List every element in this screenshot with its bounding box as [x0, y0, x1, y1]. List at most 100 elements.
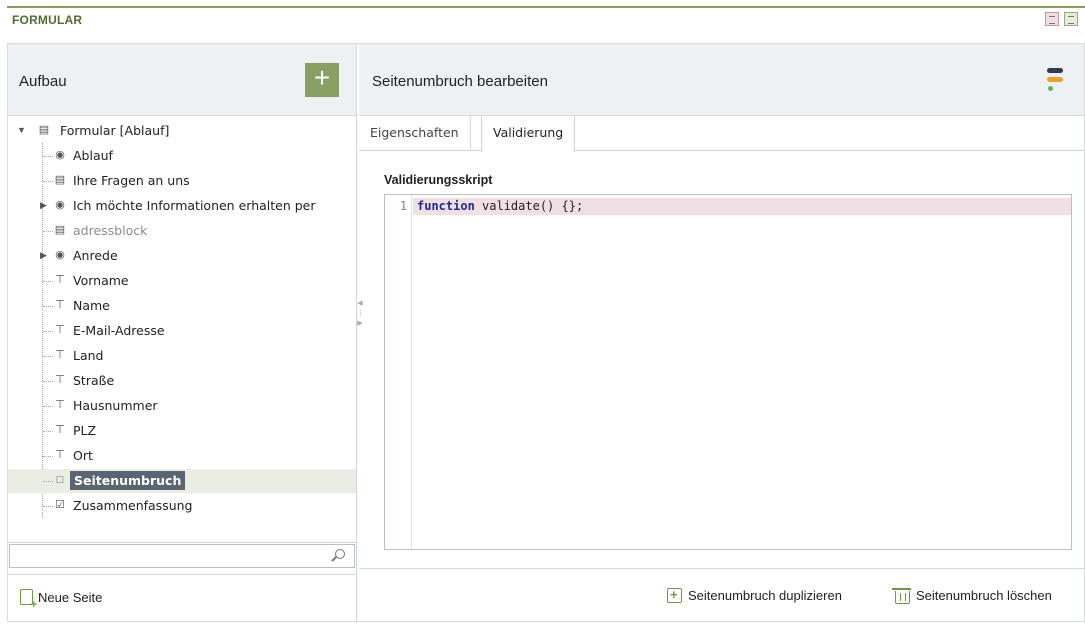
tree-item-plz[interactable]: ⊤ PLZ — [8, 419, 356, 443]
form-icon: ▤ — [38, 124, 50, 136]
textfield-icon: ⊤ — [55, 274, 65, 286]
code-editor[interactable]: 1 function validate() {}; — [384, 194, 1072, 550]
tree-item-label: E-Mail-Adresse — [73, 323, 165, 338]
textfield-icon: ⊤ — [55, 324, 65, 336]
delete-label: Seitenumbruch löschen — [916, 588, 1052, 603]
tree-item-ihre-fragen[interactable]: ▤ Ihre Fragen an uns — [8, 169, 356, 193]
editor-footer: Seitenumbruch duplizieren Seitenumbruch … — [359, 568, 1084, 621]
structure-title: Aufbau — [19, 73, 67, 90]
editor-title: Seitenumbruch bearbeiten — [372, 73, 548, 90]
radio-icon: ◉ — [55, 199, 65, 211]
flow-icon: ◉ — [55, 149, 65, 161]
tree-connector — [43, 281, 53, 282]
delete-button[interactable]: Seitenumbruch löschen — [892, 588, 1052, 604]
trash-icon — [892, 588, 911, 604]
tree-item-label: Straße — [73, 373, 115, 388]
tree-connector — [43, 331, 53, 332]
tree-connector — [43, 231, 53, 232]
window-view-icon[interactable] — [1064, 12, 1078, 26]
header-bar: FORMULAR — [7, 6, 1085, 30]
tree-item-zusammenfassung[interactable]: ☑ Zusammenfassung — [8, 494, 356, 518]
textfield-icon: ⊤ — [55, 424, 65, 436]
search-input[interactable] — [9, 544, 355, 568]
tree-item-email[interactable]: ⊤ E-Mail-Adresse — [8, 319, 356, 343]
tree-search — [8, 542, 357, 569]
duplicate-button[interactable]: Seitenumbruch duplizieren — [667, 587, 842, 603]
structure-footer: Neue Seite — [8, 574, 356, 621]
tree-item-name[interactable]: ⊤ Name — [8, 294, 356, 318]
textfield-icon: ⊤ — [55, 399, 65, 411]
structure-header: Aufbau + — [8, 44, 356, 116]
tree-item-strasse[interactable]: ⊤ Straße — [8, 369, 356, 393]
tree-item-seitenumbruch[interactable]: □ Seitenumbruch — [8, 469, 356, 493]
line-gutter — [385, 195, 412, 549]
tree-item-label: Ablauf — [73, 148, 113, 163]
expand-down-icon[interactable]: ▼ — [17, 125, 27, 135]
tree-item-formular[interactable]: ▼ ▤ Formular [Ablauf] — [8, 119, 356, 143]
tree-item-vorname[interactable]: ⊤ Vorname — [8, 269, 356, 293]
search-icon[interactable] — [335, 549, 345, 559]
textarea-icon: ▤ — [54, 174, 66, 186]
code-line[interactable]: 1 function validate() {}; — [385, 198, 1071, 215]
new-page-icon — [20, 589, 37, 609]
textfield-icon: ⊤ — [55, 449, 65, 461]
editor-tabs: Eigenschaften Validierung — [359, 116, 1084, 152]
tree-item-label: Land — [73, 348, 104, 363]
code-text[interactable]: function validate() {}; — [417, 199, 583, 213]
tree-item-label: Name — [73, 298, 110, 313]
block-icon: ▤ — [54, 224, 66, 236]
tree-item-informationen[interactable]: ▶ ◉ Ich möchte Informationen erhalten pe… — [8, 194, 356, 218]
tree-connector — [43, 481, 53, 482]
tree-item-label: Zusammenfassung — [73, 498, 193, 513]
tree-item-label: Formular [Ablauf] — [60, 123, 170, 138]
tree-item-label: Hausnummer — [73, 398, 158, 413]
code-rest: validate() {}; — [474, 199, 584, 213]
tree-item-hausnummer[interactable]: ⊤ Hausnummer — [8, 394, 356, 418]
tree-connector — [43, 156, 53, 157]
validation-script-label: Validierungsskript — [384, 173, 493, 187]
app-title: FORMULAR — [12, 13, 83, 27]
new-page-label: Neue Seite — [38, 590, 103, 605]
tree-item-label: Ich möchte Informationen erhalten per — [73, 198, 316, 213]
duplicate-label: Seitenumbruch duplizieren — [688, 588, 842, 603]
tree-item-label: Anrede — [73, 248, 118, 263]
expand-right-icon[interactable]: ▶ — [40, 250, 50, 260]
tree-item-anrede[interactable]: ▶ ◉ Anrede — [8, 244, 356, 268]
summary-icon: ☑ — [55, 499, 65, 511]
tree-connector — [43, 506, 53, 507]
line-number: 1 — [399, 199, 407, 213]
tree-connector — [43, 181, 53, 182]
tree-connector — [43, 456, 53, 457]
expand-right-icon[interactable]: ▶ — [40, 200, 50, 210]
tree-connector — [43, 381, 53, 382]
add-element-button[interactable]: + — [305, 63, 339, 97]
tab-validierung[interactable]: Validierung — [481, 116, 576, 152]
textfield-icon: ⊤ — [55, 349, 65, 361]
main-frame: Aufbau + ▼ ▤ Formular [Ablauf] ◉ Ablauf … — [7, 43, 1085, 622]
document-view-icon[interactable] — [1045, 12, 1059, 26]
pagebreak-icon: □ — [56, 474, 64, 486]
tree-item-label: adressblock — [73, 223, 148, 238]
tab-eigenschaften[interactable]: Eigenschaften — [359, 116, 471, 151]
tree-item-land[interactable]: ⊤ Land — [8, 344, 356, 368]
tree-item-ablauf[interactable]: ◉ Ablauf — [8, 144, 356, 168]
new-page-button[interactable]: Neue Seite — [20, 589, 103, 609]
tree-item-label: Vorname — [73, 273, 129, 288]
tree-item-adressblock[interactable]: ▤ adressblock — [8, 219, 356, 243]
tree-item-label: PLZ — [73, 423, 97, 438]
tree-connector — [43, 306, 53, 307]
code-keyword: function — [417, 199, 475, 213]
tree-connector — [43, 356, 53, 357]
tree-connector — [43, 406, 53, 407]
textfield-icon: ⊤ — [55, 299, 65, 311]
brand-logo-icon — [1045, 66, 1065, 96]
tree-connector — [43, 431, 53, 432]
tree-item-label: Seitenumbruch — [70, 471, 186, 490]
tree-item-ort[interactable]: ⊤ Ort — [8, 444, 356, 468]
tree-item-label: Ihre Fragen an uns — [73, 173, 190, 188]
radio-icon: ◉ — [55, 249, 65, 261]
duplicate-icon — [667, 587, 682, 603]
structure-panel: Aufbau + ▼ ▤ Formular [Ablauf] ◉ Ablauf … — [8, 44, 357, 621]
tree-item-label: Ort — [73, 448, 93, 463]
editor-header: Seitenumbruch bearbeiten — [359, 44, 1084, 116]
